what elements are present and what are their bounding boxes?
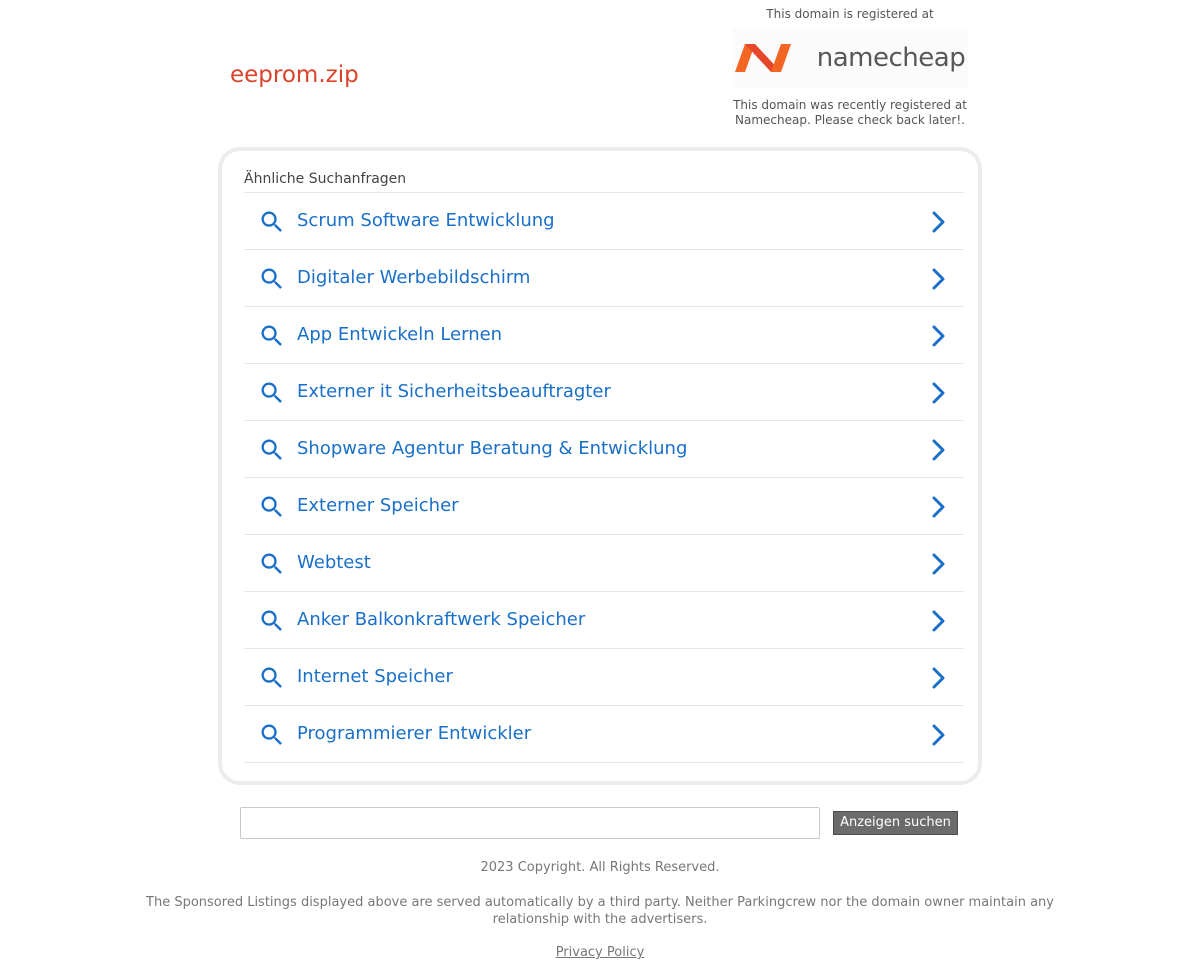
related-search-label: Scrum Software Entwicklung [297, 210, 555, 231]
search-icon [261, 724, 282, 745]
search-icon [261, 610, 282, 631]
related-search-item[interactable]: Externer it Sicherheitsbeauftragter [244, 364, 964, 421]
search-icon [261, 325, 282, 346]
search-ads-button[interactable]: Anzeigen suchen [833, 811, 958, 835]
parked-domain-page: eeprom.zip This domain is registered at … [0, 0, 1200, 974]
chevron-right-icon [932, 325, 945, 347]
related-search-item[interactable]: Programmierer Entwickler [244, 706, 964, 763]
registrar-panel: This domain is registered at namecheap T… [720, 6, 980, 128]
search-icon [261, 667, 282, 688]
chevron-right-icon [932, 496, 945, 518]
chevron-right-icon [932, 610, 945, 632]
search-input[interactable] [240, 807, 820, 839]
related-search-label: Webtest [297, 552, 371, 573]
related-searches-box: Ähnliche Suchanfragen Scrum Software Ent… [218, 147, 982, 785]
namecheap-logo[interactable]: namecheap [732, 28, 968, 88]
search-icon [261, 211, 282, 232]
privacy-policy-link[interactable]: Privacy Policy [556, 945, 645, 960]
search-icon [261, 268, 282, 289]
related-search-label: Digitaler Werbebildschirm [297, 267, 531, 288]
related-search-item[interactable]: Shopware Agentur Beratung & Entwicklung [244, 421, 964, 478]
domain-name: eeprom.zip [230, 62, 359, 88]
related-search-item[interactable]: Scrum Software Entwicklung [244, 193, 964, 250]
related-search-label: Shopware Agentur Beratung & Entwicklung [297, 438, 688, 459]
search-icon [261, 382, 282, 403]
related-search-label: Internet Speicher [297, 666, 453, 687]
related-search-label: Anker Balkonkraftwerk Speicher [297, 609, 586, 630]
chevron-right-icon [932, 268, 945, 290]
chevron-right-icon [932, 439, 945, 461]
namecheap-logo-icon [734, 44, 791, 72]
search-icon [261, 439, 282, 460]
related-search-label: App Entwickeln Lernen [297, 324, 503, 345]
copyright-text: 2023 Copyright. All Rights Reserved. [480, 860, 720, 875]
chevron-right-icon [932, 724, 945, 746]
registrar-note: This domain was recently registered at N… [733, 98, 967, 127]
related-search-item[interactable]: Anker Balkonkraftwerk Speicher [244, 592, 964, 649]
search-icon [261, 496, 282, 517]
related-search-item[interactable]: Externer Speicher [244, 478, 964, 535]
registrar-intro-text: This domain is registered at [766, 7, 934, 21]
privacy-container: Privacy Policy [130, 945, 1070, 961]
related-search-label: Programmierer Entwickler [297, 723, 532, 744]
search-icon [261, 553, 282, 574]
chevron-right-icon [932, 382, 945, 404]
related-search-item[interactable]: Internet Speicher [244, 649, 964, 706]
related-searches-title: Ähnliche Suchanfragen [244, 171, 407, 187]
chevron-right-icon [932, 667, 945, 689]
chevron-right-icon [932, 553, 945, 575]
chevron-right-icon [932, 211, 945, 233]
related-search-item[interactable]: App Entwickeln Lernen [244, 307, 964, 364]
related-search-label: Externer it Sicherheitsbeauftragter [297, 381, 611, 402]
related-search-label: Externer Speicher [297, 495, 459, 516]
related-search-item[interactable]: Digitaler Werbebildschirm [244, 250, 964, 307]
disclaimer-text: The Sponsored Listings displayed above a… [146, 895, 1054, 927]
namecheap-logo-text: namecheap [816, 43, 966, 73]
related-searches-list: Scrum Software Entwicklung Digitaler Werb… [244, 192, 964, 763]
related-search-item[interactable]: Webtest [244, 535, 964, 592]
